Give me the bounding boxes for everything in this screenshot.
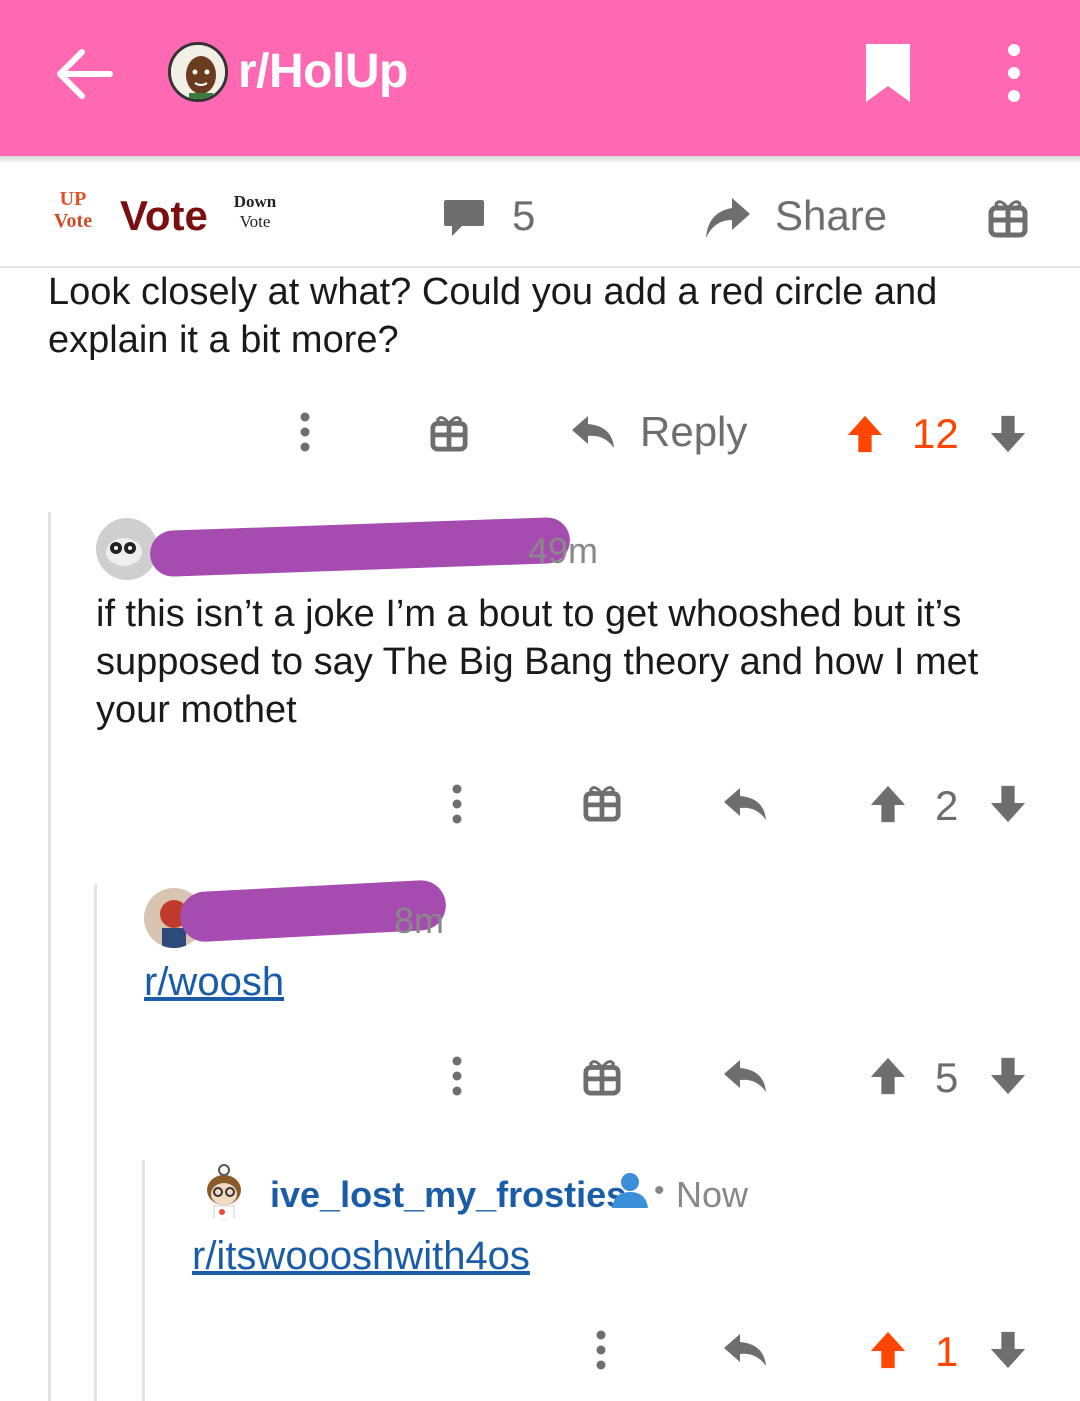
comment-2-text: if this isn’t a joke I’m a bout to get w…	[96, 593, 979, 731]
upvote-label-line2: Vote	[53, 210, 93, 232]
gift-icon[interactable]	[988, 196, 1028, 238]
comment-2-reply-icon[interactable]	[722, 784, 768, 824]
comment-1-gift-icon[interactable]	[430, 412, 468, 452]
comment-1-text: Look closely at what? Could you add a re…	[48, 271, 938, 361]
downvote-label-line1: Down	[233, 192, 277, 211]
comment-2-time: 49m	[528, 530, 599, 571]
comment-4-time: Now	[676, 1174, 749, 1215]
comment-2-gift-icon[interactable]	[583, 782, 621, 822]
comment-count[interactable]: 5	[512, 192, 535, 240]
back-arrow-icon[interactable]	[52, 42, 116, 106]
comment-3-upvote-icon[interactable]	[868, 1056, 908, 1096]
share-button[interactable]: Share	[775, 192, 887, 240]
comment-4-link[interactable]: r/itswoooshwith4os	[192, 1234, 530, 1279]
downvote-button[interactable]: Down Vote	[228, 192, 282, 232]
bookmark-icon[interactable]	[864, 42, 912, 104]
comment-4-downvote-icon[interactable]	[988, 1330, 1028, 1370]
post-action-bar: UP Vote Vote Down Vote 5 Share	[0, 164, 1080, 268]
thread-line-level-2	[94, 884, 97, 1401]
upvote-button[interactable]: UP Vote	[48, 188, 98, 232]
comment-3-time: 8m	[394, 900, 445, 941]
upvote-label-line1: UP	[59, 188, 87, 210]
vote-label: Vote	[120, 192, 208, 239]
comment-2-avatar[interactable]	[96, 518, 158, 580]
comment-2-upvote-icon[interactable]	[868, 784, 908, 824]
comment-4-separator: •	[654, 1174, 665, 1207]
comment-1-more-icon[interactable]	[298, 412, 312, 452]
comment-2-more-icon[interactable]	[450, 784, 464, 824]
comment-4-reply-icon[interactable]	[722, 1330, 768, 1370]
comment-1-score: 12	[912, 410, 959, 457]
comment-3-gift-icon[interactable]	[583, 1056, 621, 1096]
subreddit-title[interactable]: r/HolUp	[238, 44, 408, 99]
comment-4-upvote-icon[interactable]	[868, 1330, 908, 1370]
downvote-label-line2: Vote	[239, 212, 271, 231]
comment-icon[interactable]	[442, 198, 486, 238]
redacted-username	[149, 516, 571, 578]
comment-4-avatar[interactable]	[196, 1160, 252, 1220]
comment-3-downvote-icon[interactable]	[988, 1056, 1028, 1096]
more-options-icon[interactable]	[994, 40, 1034, 110]
comment-3-more-icon[interactable]	[450, 1056, 464, 1096]
comment-4-more-icon[interactable]	[594, 1330, 608, 1370]
thread-line-level-1	[48, 512, 51, 1401]
thread-line-level-3	[142, 1160, 145, 1401]
comment-3-link[interactable]: r/woosh	[144, 960, 284, 1005]
subreddit-avatar[interactable]	[168, 42, 228, 102]
top-app-bar: r/HolUp	[0, 0, 1080, 156]
profile-icon	[612, 1173, 648, 1208]
comment-3-reply-icon[interactable]	[722, 1056, 768, 1096]
comment-4-username[interactable]: ive_lost_my_frosties	[270, 1174, 626, 1216]
comment-3-score: 5	[935, 1054, 959, 1101]
comment-2-downvote-icon[interactable]	[988, 784, 1028, 824]
comment-1-reply-icon[interactable]	[570, 412, 616, 452]
share-icon[interactable]	[702, 194, 752, 240]
comment-1-downvote-icon[interactable]	[988, 414, 1028, 454]
comment-2-score: 2	[935, 782, 959, 829]
header-shadow	[0, 156, 1080, 164]
comment-1-upvote-icon[interactable]	[845, 414, 885, 454]
comment-4-score: 1	[935, 1328, 959, 1375]
comment-1-reply-button[interactable]: Reply	[640, 408, 747, 456]
